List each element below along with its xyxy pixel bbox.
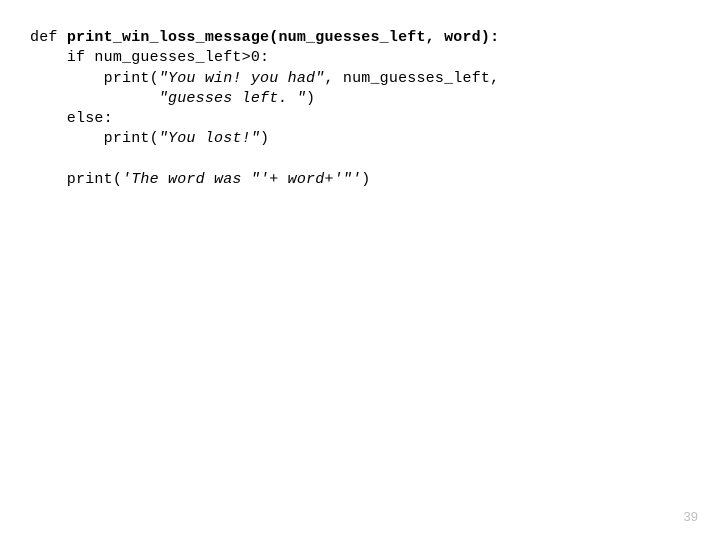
page-number: 39 — [684, 508, 698, 526]
code-function-signature: print_win_loss_message(num_guesses_left,… — [67, 29, 499, 46]
code-line: else: — [30, 110, 113, 127]
code-string: "You lost!" — [159, 130, 260, 147]
code-line-tail: ) — [361, 171, 370, 188]
slide: def print_win_loss_message(num_guesses_l… — [0, 0, 720, 540]
code-string: "You win! you had" — [159, 70, 325, 87]
code-line: print( — [30, 171, 122, 188]
code-string: "guesses left. " — [30, 90, 306, 107]
code-block: def print_win_loss_message(num_guesses_l… — [30, 28, 700, 190]
code-line: print( — [30, 130, 159, 147]
code-line: print( — [30, 70, 159, 87]
code-line: if num_guesses_left>0: — [30, 49, 269, 66]
code-keyword-def: def — [30, 29, 67, 46]
code-line-tail: ) — [260, 130, 269, 147]
code-string: 'The word was "'+ word+'"' — [122, 171, 361, 188]
code-line-tail: ) — [306, 90, 315, 107]
code-line-tail: , num_guesses_left, — [324, 70, 499, 87]
